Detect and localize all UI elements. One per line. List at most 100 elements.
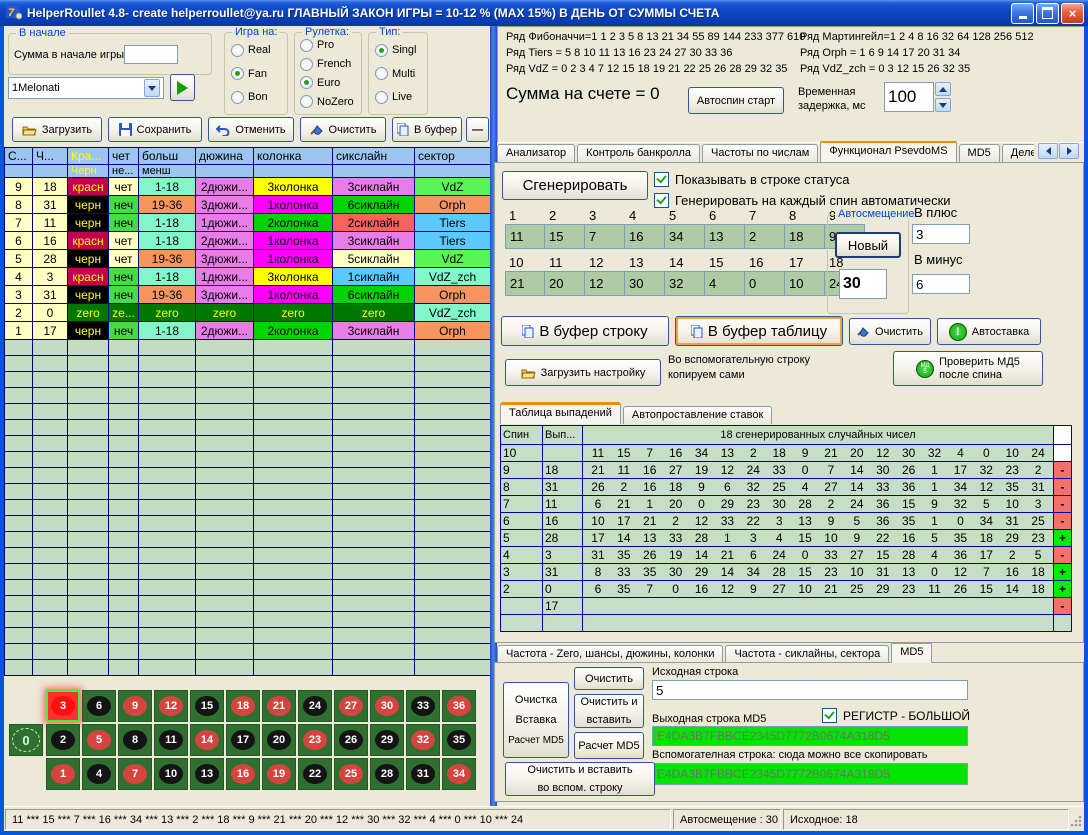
delay-spin-up-button[interactable] (935, 82, 951, 96)
roulette-cell-8[interactable]: 8 (118, 724, 152, 756)
roulette-cell-26[interactable]: 26 (334, 724, 368, 756)
roulette-cell-35[interactable]: 35 (442, 724, 476, 756)
md5-big-button[interactable]: Очистка Вставка Расчет MD5 (503, 682, 569, 758)
tab-scroll-left-button[interactable] (1038, 143, 1058, 159)
plus-input[interactable] (912, 224, 970, 244)
md5-aux-field[interactable]: E4DA3B7FBBCE2345D7772B0674A318D5 (652, 763, 968, 785)
strategy-combobox[interactable]: 1Melonati (8, 77, 164, 99)
tab-scroll-right-button[interactable] (1059, 143, 1079, 159)
autobet-button[interactable]: ! Автоставка (937, 318, 1041, 345)
main-tab-0[interactable]: Анализатор (497, 144, 575, 162)
roulette-cell-32[interactable]: 32 (406, 724, 440, 756)
roulette-cell-28[interactable]: 28 (370, 758, 404, 790)
roulette-cell-14[interactable]: 14 (190, 724, 224, 756)
bottom-tab-1[interactable]: Частота - сиклайны, сектора (725, 645, 889, 663)
roulette-cell-18[interactable]: 18 (226, 690, 260, 722)
load-button[interactable]: Загрузить (12, 117, 102, 142)
roulette-cell-31[interactable]: 31 (406, 758, 440, 790)
roulette-cell-10[interactable]: 10 (154, 758, 188, 790)
main-tab-2[interactable]: Частоты по числам (702, 144, 818, 162)
roulette-cell-6[interactable]: 6 (82, 690, 116, 722)
md5-clear-aux-button[interactable]: Очистить и вставить во вспом. строку (505, 762, 655, 796)
roulette-cell-3[interactable]: 3 (46, 690, 80, 722)
roulette-cell-13[interactable]: 13 (190, 758, 224, 790)
roulette-cell-21[interactable]: 21 (262, 690, 296, 722)
roulette-cell-23[interactable]: 23 (298, 724, 332, 756)
main-tab-5[interactable]: Деление кол (1002, 144, 1034, 162)
roulette-cell-15[interactable]: 15 (190, 690, 224, 722)
delay-spinner-value[interactable]: 100 (884, 82, 934, 112)
combo-dropdown-button[interactable] (144, 79, 160, 97)
radio-Fan[interactable]: Fan (231, 67, 287, 80)
sub-tab-0[interactable]: Таблица выпадений (500, 402, 621, 424)
roulette-cell-25[interactable]: 25 (334, 758, 368, 790)
radio-NoZero[interactable]: NoZero (300, 95, 361, 108)
undo-button[interactable]: Отменить (208, 117, 294, 142)
md5-clear-paste-button[interactable]: Очистить и вставить (574, 694, 644, 728)
roulette-cell-19[interactable]: 19 (262, 758, 296, 790)
play-button[interactable] (170, 74, 195, 101)
results-col-header[interactable]: Ч... (33, 148, 68, 165)
generate-each-spin-checkbox[interactable]: Генерировать на каждый спин автоматическ… (654, 193, 951, 208)
load-settings-button[interactable]: Загрузить настройку (505, 359, 661, 386)
roulette-cell-22[interactable]: 22 (298, 758, 332, 790)
minus-input[interactable] (912, 274, 970, 294)
radio-French[interactable]: French (300, 58, 361, 71)
bottom-tab-0[interactable]: Частота - Zero, шансы, дюжины, колонки (497, 645, 723, 663)
resize-grip[interactable] (1070, 815, 1082, 830)
spins-header-nums[interactable]: 18 сгенерированных случайных чисел (583, 426, 1054, 445)
minimize-button[interactable] (1011, 3, 1034, 24)
md5-output-field[interactable]: E4DA3B7FBBCE2345D7772B0674A318D5 (652, 726, 968, 746)
radio-Singl[interactable]: Singl (375, 44, 427, 57)
roulette-cell-1[interactable]: 1 (46, 758, 80, 790)
roulette-cell-5[interactable]: 5 (82, 724, 116, 756)
sub-tab-1[interactable]: Автопроставление ставок (623, 406, 772, 424)
roulette-cell-17[interactable]: 17 (226, 724, 260, 756)
roulette-cell-24[interactable]: 24 (298, 690, 332, 722)
md5-clear-button[interactable]: Очистить (574, 667, 644, 690)
main-tab-4[interactable]: MD5 (959, 144, 1000, 162)
radio-Multi[interactable]: Multi (375, 67, 427, 80)
delay-spin-down-button[interactable] (935, 98, 951, 112)
roulette-cell-11[interactable]: 11 (154, 724, 188, 756)
buffer-row-button[interactable]: В буфер строку (501, 316, 669, 346)
roulette-cell-27[interactable]: 27 (334, 690, 368, 722)
results-col-header[interactable]: сектор (415, 148, 491, 165)
show-in-status-checkbox[interactable]: Показывать в строке статуса (654, 172, 850, 187)
results-col-header[interactable]: больш (139, 148, 196, 165)
roulette-cell-12[interactable]: 12 (154, 690, 188, 722)
main-tab-1[interactable]: Контроль банкролла (577, 144, 700, 162)
new-shift-button[interactable]: Новый (835, 232, 901, 258)
md5-source-input[interactable] (652, 680, 968, 700)
md5-calc-button[interactable]: Расчет MD5 (574, 732, 644, 759)
radio-Pro[interactable]: Pro (300, 39, 361, 52)
roulette-cell-34[interactable]: 34 (442, 758, 476, 790)
roulette-cell-20[interactable]: 20 (262, 724, 296, 756)
roulette-cell-4[interactable]: 4 (82, 758, 116, 790)
spins-header-out[interactable]: Вып... (543, 426, 583, 445)
close-button[interactable]: × (1061, 3, 1084, 24)
results-col-header[interactable]: колонка (254, 148, 333, 165)
roulette-cell-36[interactable]: 36 (442, 690, 476, 722)
results-col-header[interactable]: Кра... (68, 148, 109, 165)
roulette-cell-7[interactable]: 7 (118, 758, 152, 790)
start-sum-input[interactable] (124, 45, 178, 64)
roulette-cell-16[interactable]: 16 (226, 758, 260, 790)
autoshift-value-input[interactable]: 30 (839, 269, 887, 299)
results-col-header[interactable]: дюжина (196, 148, 254, 165)
maximize-button[interactable] (1036, 3, 1059, 24)
radio-Euro[interactable]: Euro (300, 76, 361, 89)
radio-Bon[interactable]: Bon (231, 91, 287, 104)
radio-Real[interactable]: Real (231, 44, 287, 57)
radio-Live[interactable]: Live (375, 91, 427, 104)
roulette-cell-33[interactable]: 33 (406, 690, 440, 722)
to-buffer-button[interactable]: В буфер (392, 117, 462, 142)
clear-generated-button[interactable]: Очистить (849, 318, 931, 345)
collapse-button[interactable]: — (466, 117, 489, 142)
clear-button[interactable]: Очистить (300, 117, 386, 142)
spins-header-spin[interactable]: Спин (501, 426, 543, 445)
generate-button[interactable]: Сгенерировать (502, 171, 648, 200)
roulette-cell-29[interactable]: 29 (370, 724, 404, 756)
results-col-header[interactable]: чет (109, 148, 139, 165)
buffer-table-button[interactable]: В буфер таблицу (675, 316, 843, 346)
